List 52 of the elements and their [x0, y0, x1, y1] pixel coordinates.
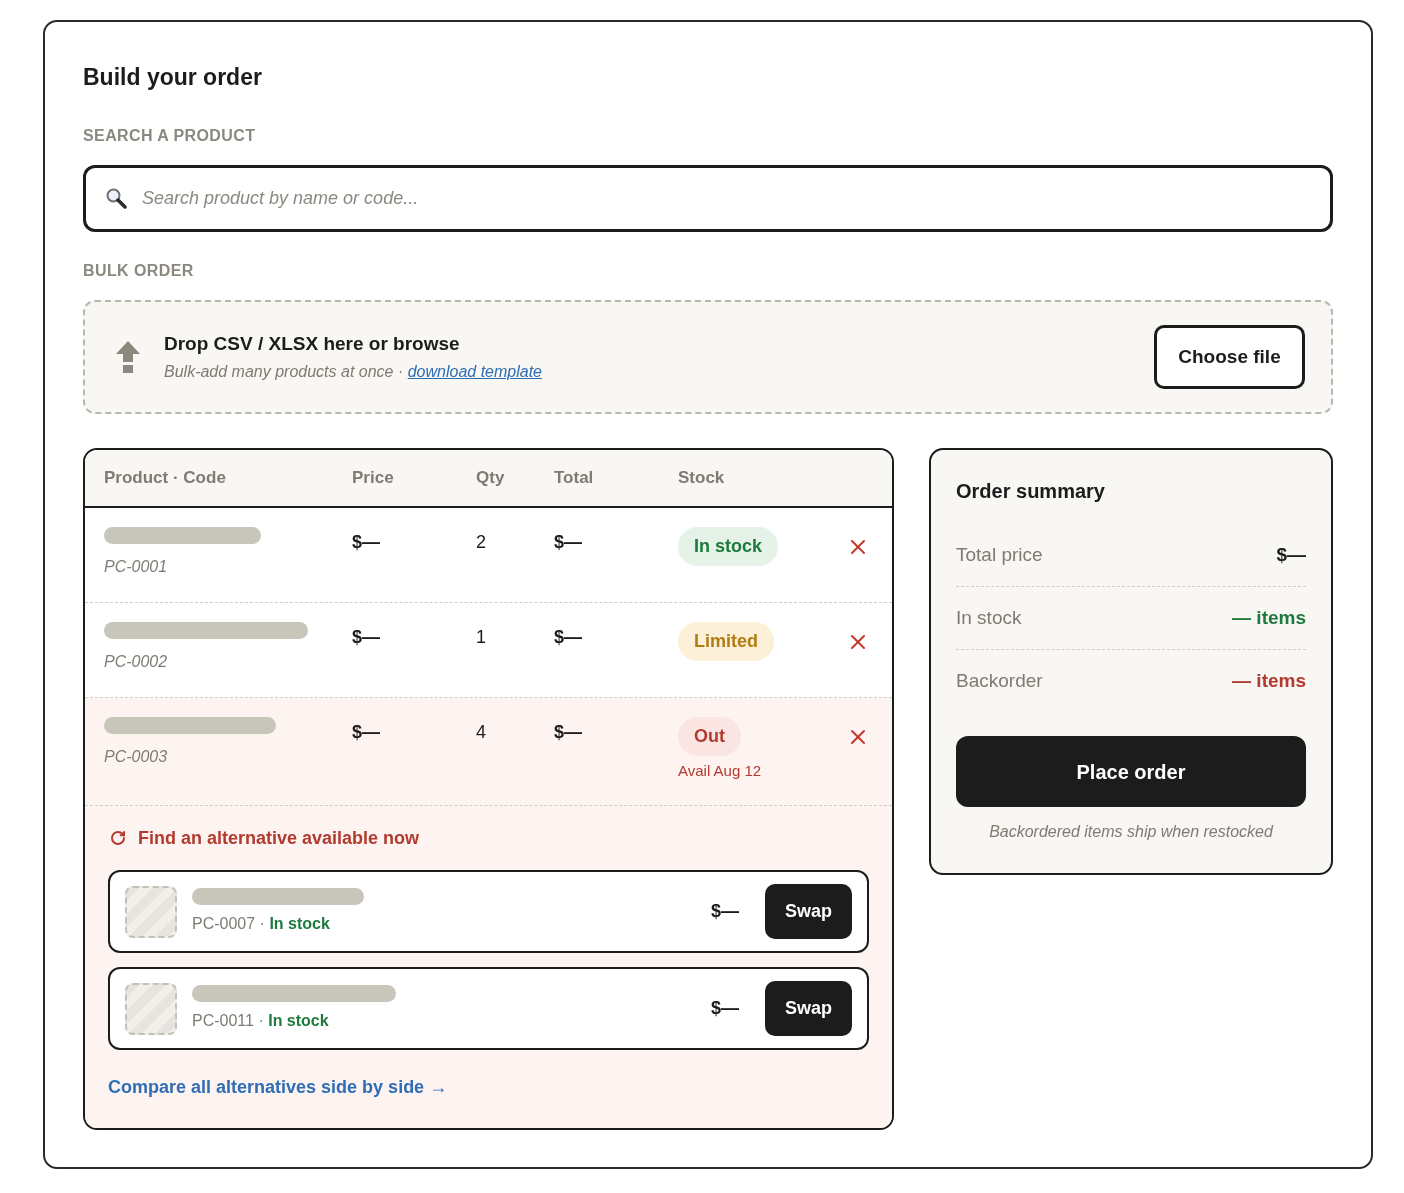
stock-badge: Out [678, 717, 741, 756]
column-header: Qty [476, 467, 505, 490]
page-title: Build your order [83, 63, 263, 92]
summary-value: — items [1232, 669, 1306, 693]
total-cell-text: $— [554, 721, 582, 744]
alternatives-title: Find an alternative available now [138, 827, 420, 850]
backorder-note: Backordered items ship when restocked [988, 822, 1275, 842]
column-header: Stock [678, 467, 725, 490]
stock-badge: Limited [678, 622, 774, 661]
product-image-placeholder [125, 885, 177, 938]
upload-arrow-icon [115, 340, 141, 374]
product-code: PC-0003 [104, 747, 169, 767]
summary-title: Order summary [956, 479, 1106, 504]
product-code: PC-0001 [104, 557, 169, 577]
product-code: PC-0002 [104, 652, 169, 672]
total-cell-text: $— [554, 626, 582, 649]
summary-label: In stock [956, 606, 1022, 630]
drop-zone-hint: Bulk-add many products at once · download template [164, 362, 543, 382]
price-cell-text: $— [352, 531, 380, 554]
availability-note: Avail Aug 12 [678, 761, 762, 781]
product-image-placeholder [125, 982, 177, 1035]
file-drop-zone[interactable]: Drop CSV / XLSX here or browse Bulk-add many products at once · download template Choose file [83, 300, 1333, 414]
search-icon [105, 187, 127, 209]
stock-badge: In stock [678, 527, 779, 566]
alternative-code-stock: PC-0007 · In stock [192, 914, 331, 934]
swap-button[interactable]: Swap [765, 981, 852, 1036]
choose-file-button[interactable]: Choose file [1154, 325, 1305, 389]
bulk-order-label: BULK ORDER [83, 261, 195, 281]
column-header: Price [352, 467, 394, 490]
column-header: Product · Code [104, 467, 226, 490]
total-cell-text: $— [554, 531, 582, 554]
download-template-link[interactable]: download template [407, 363, 542, 380]
alternative-price: $— [711, 900, 739, 923]
place-order-button[interactable]: Place order [956, 736, 1306, 807]
search-field[interactable]: Search product by name or code... [83, 165, 1333, 232]
drop-zone-title: Drop CSV / XLSX here or browse [164, 332, 461, 356]
qty-cell-text: 4 [476, 721, 486, 744]
swap-button[interactable]: Swap [765, 884, 852, 939]
summary-label: Backorder [956, 669, 1043, 693]
alternative-price: $— [711, 997, 739, 1020]
price-cell-text: $— [352, 721, 380, 744]
price-cell-text: $— [352, 626, 380, 649]
summary-label: Total price [956, 543, 1043, 567]
column-header: Total [554, 467, 594, 490]
summary-value: — items [1232, 606, 1306, 630]
search-label: SEARCH A PRODUCT [83, 126, 257, 146]
qty-cell-text: 1 [476, 626, 486, 649]
refresh-icon [110, 830, 126, 846]
summary-value: $— [1276, 543, 1306, 567]
compare-alternatives-link[interactable]: Compare all alternatives side by side → [108, 1075, 448, 1099]
qty-cell-text: 2 [476, 531, 486, 554]
alternative-code-stock: PC-0011 · In stock [192, 1011, 330, 1031]
